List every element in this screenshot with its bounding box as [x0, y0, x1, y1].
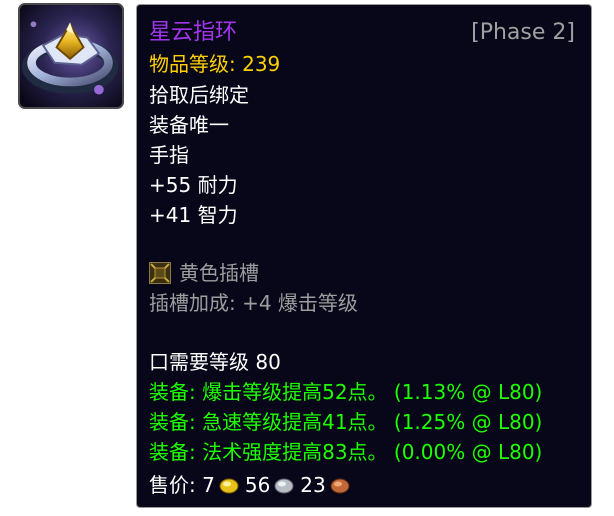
unique-text: 装备唯一	[149, 113, 229, 137]
item-ring-icon	[18, 3, 124, 109]
item-level: 物品等级: 239	[149, 52, 281, 76]
item-tooltip: 星云指环 [Phase 2] 物品等级: 239 拾取后绑定 装备唯一 手指 +…	[136, 4, 592, 508]
gold-coin-icon	[219, 478, 239, 494]
slot-text: 手指	[149, 143, 189, 167]
sell-price: 售价: 7 56 23	[149, 472, 356, 498]
socket-bonus: 插槽加成: +4 爆击等级	[149, 291, 358, 315]
equip-effect: 装备: 爆击等级提高52点。 (1.13% @ L80)	[149, 380, 543, 404]
sell-gold-value: 7	[202, 473, 215, 497]
sell-silver-value: 56	[244, 473, 271, 497]
equip-effect: 装备: 急速等级提高41点。 (1.25% @ L80)	[149, 410, 543, 434]
sell-label: 售价:	[149, 473, 196, 497]
stat-stamina: +55 耐力	[149, 173, 238, 197]
item-name[interactable]: 星云指环	[149, 20, 237, 46]
copper-coin-icon	[330, 478, 350, 494]
sell-copper-value: 23	[300, 473, 326, 497]
equip-effect: 装备: 法术强度提高83点。 (0.00% @ L80)	[149, 440, 543, 464]
required-level: 口需要等级 80	[149, 350, 281, 374]
stat-intellect: +41 智力	[149, 203, 238, 227]
socket-label: 黄色插槽	[179, 261, 259, 285]
binding-text: 拾取后绑定	[149, 83, 249, 107]
yellow-socket-icon	[149, 262, 171, 284]
silver-coin-icon	[274, 478, 294, 494]
ring-icon	[20, 5, 122, 107]
phase-label: [Phase 2]	[471, 20, 575, 45]
socket-row: 黄色插槽	[149, 260, 259, 286]
